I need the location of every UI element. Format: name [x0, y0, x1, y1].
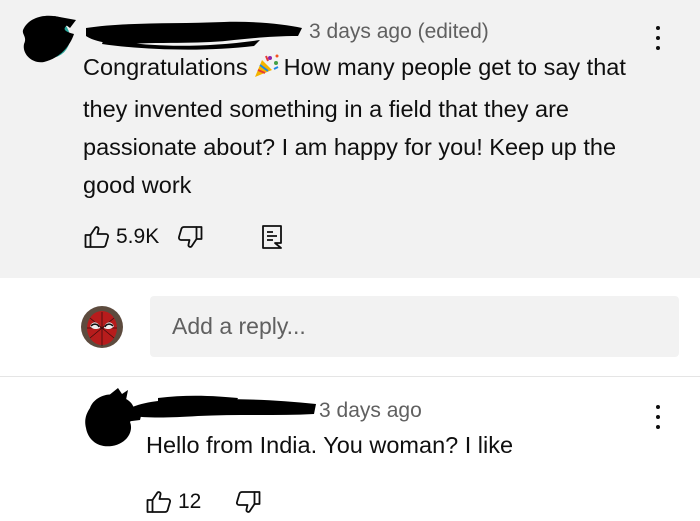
thumbs-up-icon [84, 226, 110, 248]
like-count: 5.9K [116, 225, 160, 248]
reply-like-button[interactable]: 12 [146, 490, 201, 514]
my-avatar[interactable] [81, 306, 123, 348]
like-button[interactable]: 5.9K [84, 225, 159, 249]
top-comment-meta: 3 days ago (edited) [309, 20, 489, 43]
top-comment: 3 days ago (edited) Congratulations How … [0, 0, 700, 278]
reply-like-count: 12 [178, 490, 202, 513]
party-popper-icon [252, 52, 280, 90]
top-comment-author-redacted [86, 21, 302, 50]
reply-comment-meta: 3 days ago [319, 399, 422, 422]
top-comment-actions: 5.9K [84, 224, 283, 250]
reply-button[interactable] [261, 224, 283, 250]
top-comment-text: Congratulations How many people get to s… [83, 48, 658, 204]
reply-comment-text: Hello from India. You woman? I like [146, 432, 514, 458]
top-comment-avatar[interactable] [14, 6, 80, 66]
reply-dislike-button[interactable] [235, 490, 261, 514]
reply-comment-author-redacted [130, 395, 316, 418]
thumbs-down-icon [178, 226, 203, 248]
thumbs-up-icon [146, 491, 172, 513]
comment-reply-icon [262, 225, 283, 249]
top-comment-text-start: Congratulations [83, 54, 248, 80]
dislike-button[interactable] [177, 225, 203, 249]
reply-input[interactable]: Add a reply... [150, 296, 679, 357]
divider [0, 376, 700, 377]
thumbs-down-icon [236, 491, 261, 513]
reply-comment-actions: 12 [146, 490, 261, 514]
